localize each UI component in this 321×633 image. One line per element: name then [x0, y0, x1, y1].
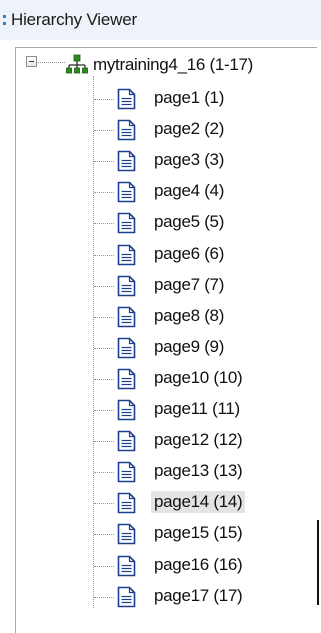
tree-item-label: page2 (2) [154, 119, 225, 138]
tree-connector-line [94, 99, 114, 100]
tree-connector-line [94, 223, 114, 224]
tree-connector-line [94, 410, 114, 411]
tree-item-label: page16 (16) [154, 555, 243, 574]
tree-connector-line [94, 317, 114, 318]
page-icon [117, 523, 136, 545]
tree-connector-line [94, 379, 114, 380]
page-icon [117, 430, 136, 452]
page-icon [117, 212, 136, 234]
tree-item-label: page8 (8) [154, 306, 225, 325]
panel-title: Hierarchy Viewer [11, 10, 137, 29]
grip-icon [3, 15, 6, 26]
tree-item-label: page7 (7) [154, 275, 225, 294]
tree-item-label: page17 (17) [154, 586, 243, 605]
tree-connector-line [94, 348, 114, 349]
tree-item-label: page5 (5) [154, 212, 225, 231]
page-icon [117, 461, 136, 483]
tree-item-label: page1 (1) [154, 88, 225, 107]
tree-item-label: page15 (15) [154, 523, 243, 542]
page-icon [117, 492, 136, 514]
tree-connector-line [93, 76, 94, 608]
splitter-edge [317, 520, 319, 605]
page-icon [117, 337, 136, 359]
tree-item-label: page13 (13) [154, 461, 243, 480]
page-icon [117, 368, 136, 390]
tree-item-label: page3 (3) [154, 150, 225, 169]
page-icon [117, 586, 136, 608]
hierarchy-viewer: Hierarchy Viewer mytraining4_16 (1-17) p… [0, 0, 321, 633]
collapse-toggle[interactable] [26, 56, 37, 67]
page-icon [117, 88, 136, 110]
page-icon [117, 555, 136, 577]
tree-item-label: page11 (11) [154, 399, 240, 418]
hierarchy-icon [66, 54, 88, 76]
tree-item-label: page14 (14) [151, 491, 246, 513]
tree-connector-line [94, 130, 114, 131]
tree-connector-line [94, 503, 114, 504]
tree-item-label: page9 (9) [154, 337, 225, 356]
tree-connector-line [94, 597, 114, 598]
tree-item-label: page4 (4) [154, 181, 225, 200]
tree-connector-line [38, 62, 65, 63]
tree-connector-line [94, 255, 114, 256]
page-icon [117, 306, 136, 328]
tree-connector-line [94, 472, 114, 473]
tree-connector-line [94, 161, 114, 162]
tree-connector-line [94, 286, 114, 287]
tree-connector-line [94, 566, 114, 567]
page-icon [117, 119, 136, 141]
page-icon [117, 181, 136, 203]
tree-item-label: page6 (6) [154, 244, 225, 263]
tree-item-label: page12 (12) [154, 430, 243, 449]
title-bar: Hierarchy Viewer [0, 0, 321, 40]
tree-root-label[interactable]: mytraining4_16 (1-17) [93, 55, 253, 75]
page-icon [117, 150, 136, 172]
page-icon [117, 244, 136, 266]
page-icon [117, 275, 136, 297]
tree-connector-line [94, 534, 114, 535]
tree-item-label: page10 (10) [154, 368, 243, 387]
page-icon [117, 399, 136, 421]
tree-connector-line [94, 441, 114, 442]
tree-connector-line [94, 192, 114, 193]
